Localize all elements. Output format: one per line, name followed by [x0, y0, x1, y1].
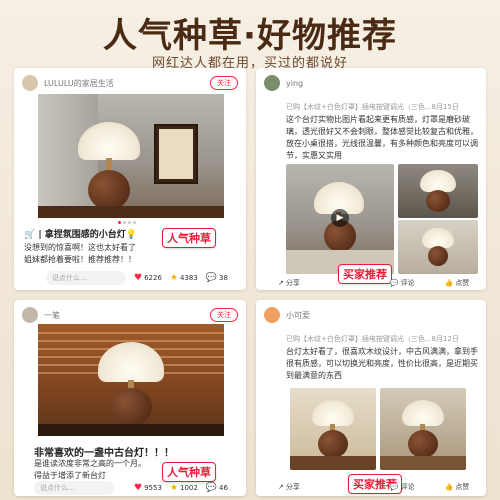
- share-button[interactable]: ↗ 分享: [278, 278, 300, 288]
- like-stat[interactable]: ♥ 9553: [134, 483, 162, 493]
- post-body-line-1: 是谁读浓度非常之高的一个月。: [34, 459, 146, 468]
- purchase-meta: 已购【木纹+白色灯罩】插电按键调光（三色...8月15日: [286, 103, 459, 111]
- post-card-1[interactable]: LULULU的家居生活 关注 🛒 | 拿捏氛围感的小台灯💡 没想到的惊喜啊！这也…: [14, 68, 246, 290]
- star-icon: ★: [169, 483, 178, 493]
- username[interactable]: ying: [286, 79, 478, 88]
- star-icon: ★: [169, 273, 178, 283]
- post-title: 非常喜欢的一盏中古台灯！！！: [34, 448, 174, 459]
- share-button[interactable]: ↗ 分享: [278, 482, 300, 492]
- heart-icon: ♥: [134, 483, 143, 493]
- picture-frame: [154, 124, 198, 184]
- review-actions: ↗ 分享 💬 评论 👍 点赞: [278, 278, 469, 288]
- lamp-base: [88, 170, 130, 210]
- review-image-3[interactable]: [398, 220, 478, 274]
- review-body: 台灯太好看了，很喜欢木纹设计，中古风满满，拿到手很有质感，可以切换光和亮度，性价…: [286, 347, 478, 380]
- review-image-2[interactable]: [398, 164, 478, 218]
- like-button[interactable]: 👍 点赞: [445, 278, 470, 288]
- follow-button[interactable]: 关注: [210, 76, 238, 90]
- comment-button[interactable]: 💬 评论: [390, 482, 415, 492]
- post-header: LULULU的家居生活 关注: [22, 74, 238, 92]
- comment-input[interactable]: 说点什么...: [46, 271, 126, 285]
- favorite-stat[interactable]: ★ 4383: [170, 273, 198, 283]
- review-image-main[interactable]: ▶: [286, 164, 394, 274]
- review-image-2[interactable]: [380, 388, 466, 470]
- review-body: 这个台灯实物比图片看起来更有质感，灯罩是磨砂玻璃，透光很好又不会刺眼，整体感觉比…: [286, 115, 478, 160]
- purchase-meta: 已购【木纹+白色灯罩】插电按键调光（三色...8月12日: [286, 335, 459, 343]
- post-header: 一笔 关注: [22, 306, 238, 324]
- avatar[interactable]: [264, 75, 280, 91]
- post-image[interactable]: [38, 94, 224, 218]
- comment-icon: 💬: [205, 273, 218, 283]
- share-icon: ↗: [278, 279, 284, 287]
- share-icon: ↗: [278, 483, 284, 491]
- hero-title: 人气种草·好物推荐: [103, 16, 397, 56]
- lamp-base: [110, 388, 152, 426]
- comment-button[interactable]: 💬 评论: [390, 278, 415, 288]
- username[interactable]: 一笔: [44, 310, 210, 321]
- post-card-2[interactable]: 一笔 关注 非常喜欢的一盏中古台灯！！！ 是谁读浓度非常之高的一个月。 得益于增…: [14, 300, 246, 496]
- favorite-stat[interactable]: ★ 1002: [170, 483, 198, 493]
- review-card-2[interactable]: 小可爱 已购【木纹+白色灯罩】插电按键调光（三色...8月12日 台灯太好看了，…: [256, 300, 486, 496]
- comment-icon: 💬: [389, 279, 399, 287]
- avatar[interactable]: [22, 307, 38, 323]
- play-icon[interactable]: ▶: [331, 209, 349, 227]
- thumbs-up-icon: 👍: [444, 483, 454, 491]
- like-stat[interactable]: ♥ 6226: [134, 273, 162, 283]
- post-body-line-2: 姐妹都抢着要啦！推荐推荐！！: [24, 255, 136, 264]
- post-body-line-1: 没想到的惊喜啊！这也太好看了: [24, 243, 136, 252]
- comment-input[interactable]: 说点什么...: [34, 481, 114, 495]
- comment-stat[interactable]: 💬 46: [206, 483, 228, 493]
- post-title: 🛒 | 拿捏氛围感的小台灯💡: [24, 230, 137, 240]
- tag-badge: 人气种草: [162, 462, 216, 482]
- thumbs-up-icon: 👍: [444, 279, 454, 287]
- table: [38, 424, 224, 436]
- avatar[interactable]: [264, 307, 280, 323]
- review-image-1[interactable]: [290, 388, 376, 470]
- comment-icon: 💬: [205, 483, 218, 493]
- post-image[interactable]: [38, 324, 224, 436]
- username[interactable]: LULULU的家居生活: [44, 78, 210, 89]
- review-header: ying: [264, 74, 478, 92]
- carousel-dots: [118, 221, 136, 224]
- review-card-1[interactable]: ying 已购【木纹+白色灯罩】插电按键调光（三色...8月15日 这个台灯实物…: [256, 68, 486, 290]
- heart-icon: ♥: [134, 273, 143, 283]
- username[interactable]: 小可爱: [286, 310, 478, 321]
- review-header: 小可爱: [264, 306, 478, 324]
- comment-icon: 💬: [389, 483, 399, 491]
- table: [38, 206, 224, 218]
- post-stats: ♥ 9553 ★ 1002 💬 46: [134, 483, 228, 493]
- comment-stat[interactable]: 💬 38: [206, 273, 228, 283]
- post-stats: ♥ 6226 ★ 4383 💬 38: [134, 273, 228, 283]
- review-actions: ↗ 分享 💬 评论 👍 点赞: [278, 482, 469, 492]
- like-button[interactable]: 👍 点赞: [445, 482, 470, 492]
- tag-badge: 人气种草: [162, 228, 216, 248]
- avatar[interactable]: [22, 75, 38, 91]
- follow-button[interactable]: 关注: [210, 308, 238, 322]
